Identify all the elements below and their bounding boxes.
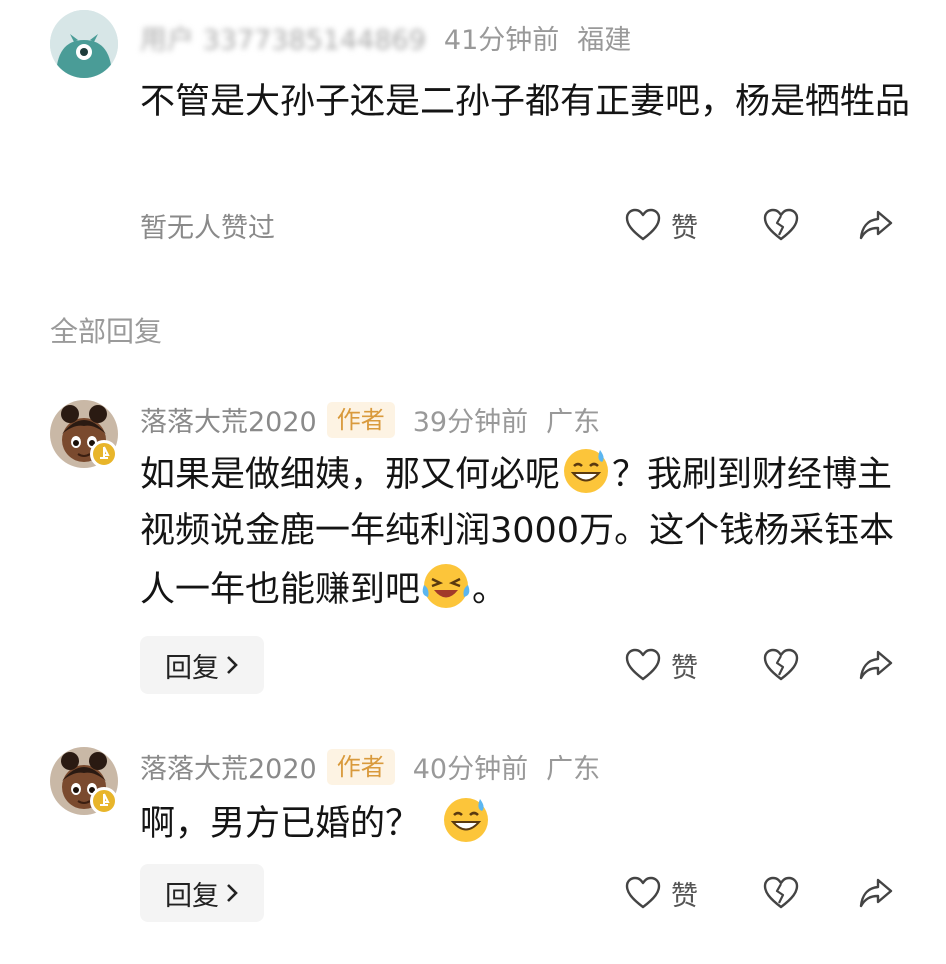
like-button[interactable]: 赞 — [625, 640, 698, 690]
comment-actions: 赞 — [620, 200, 910, 250]
broken-heart-icon — [763, 876, 799, 909]
verified-badge-icon — [90, 440, 118, 468]
share-button[interactable] — [858, 640, 894, 690]
chevron-right-icon — [227, 884, 238, 902]
reply-button[interactable]: 回复 — [140, 636, 264, 694]
grinning-sweat-emoji-icon — [440, 793, 492, 845]
reply-meta: 落落大荒2020 作者 39分钟前 广东 — [140, 400, 600, 439]
share-icon — [859, 650, 893, 680]
broken-heart-icon — [763, 648, 799, 681]
verified-badge-icon — [90, 787, 118, 815]
like-button[interactable]: 赞 — [625, 200, 698, 250]
dislike-button[interactable] — [763, 868, 799, 918]
comment-meta: 用户 3377385144869 41分钟前 福建 — [140, 18, 631, 57]
heart-icon — [625, 648, 661, 681]
broken-heart-icon — [763, 208, 799, 241]
section-title: 全部回复 — [50, 315, 163, 348]
top-comment: 用户 3377385144869 41分钟前 福建 不管是大孙子还是二孙子都有正… — [0, 0, 946, 270]
dislike-button[interactable] — [763, 640, 799, 690]
like-label: 赞 — [671, 652, 698, 684]
monster-avatar-icon — [50, 10, 118, 78]
location: 广东 — [546, 407, 601, 438]
reply-text-part: 啊，男方已婚的？ — [140, 804, 421, 844]
location: 福建 — [577, 25, 632, 56]
heart-icon — [625, 208, 661, 241]
author-badge: 作者 — [326, 401, 395, 438]
timestamp: 39分钟前 — [412, 407, 529, 438]
reply-actions: 赞 — [620, 640, 910, 690]
like-button[interactable]: 赞 — [625, 868, 698, 918]
no-likes-text: 暂无人赞过 — [140, 213, 275, 244]
reply-button-label: 回复 — [165, 880, 219, 912]
location: 广东 — [546, 754, 601, 785]
reply-text: 啊，男方已婚的？ — [140, 793, 910, 852]
share-button[interactable] — [858, 200, 894, 250]
reply-text-part: 。 — [472, 570, 508, 610]
heart-icon — [625, 876, 661, 909]
reply-actions: 赞 — [620, 868, 910, 918]
avatar[interactable] — [50, 10, 118, 78]
reply-text: 如果是做细姨，那又何必呢 ？我刷到财经博主视频说金鹿一年纯利润3000万。这个钱杨… — [140, 444, 910, 618]
like-label: 赞 — [671, 880, 698, 912]
reply-button[interactable]: 回复 — [140, 864, 264, 922]
username[interactable]: 落落大荒2020 — [140, 400, 317, 439]
like-label: 赞 — [671, 212, 698, 244]
reply-text-part: 如果是做细姨，那又何必呢 — [140, 455, 561, 495]
reply-item: 落落大荒2020 作者 39分钟前 广东 如果是做细姨，那又何必呢 ？我刷到财经博… — [0, 390, 946, 710]
reply-button-label: 回复 — [165, 652, 219, 684]
reply-item: 落落大荒2020 作者 40分钟前 广东 啊，男方已婚的？ 回复 赞 — [0, 737, 946, 957]
author-badge: 作者 — [326, 748, 395, 785]
timestamp: 40分钟前 — [412, 754, 529, 785]
comment-text: 不管是大孙子还是二孙子都有正妻吧，杨是牺牲品 — [140, 82, 911, 122]
share-icon — [859, 878, 893, 908]
share-icon — [859, 210, 893, 240]
reply-meta: 落落大荒2020 作者 40分钟前 广东 — [140, 747, 600, 786]
username[interactable]: 用户 3377385144869 — [140, 18, 426, 57]
grinning-sweat-emoji-icon — [560, 444, 612, 496]
share-button[interactable] — [858, 868, 894, 918]
timestamp: 41分钟前 — [443, 25, 560, 56]
rolling-laughing-emoji-icon — [420, 559, 472, 611]
chevron-right-icon — [227, 656, 238, 674]
dislike-button[interactable] — [763, 200, 799, 250]
username[interactable]: 落落大荒2020 — [140, 747, 317, 786]
